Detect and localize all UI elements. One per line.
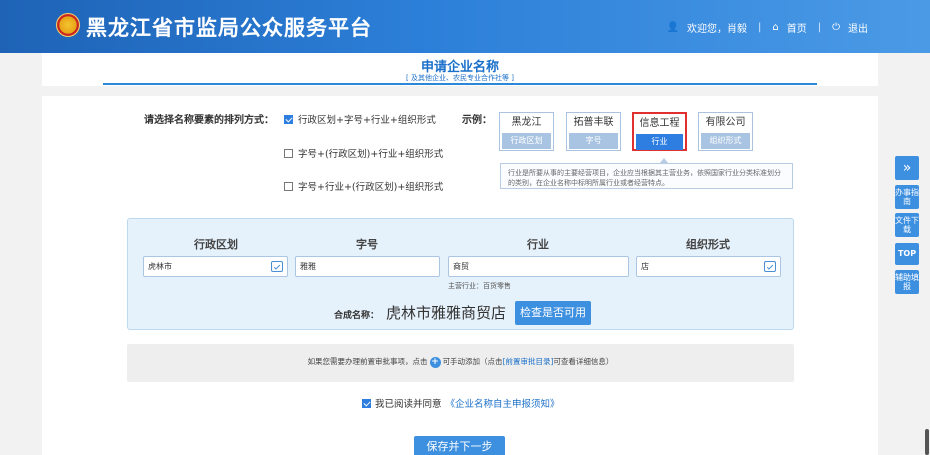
industry-value: 商贸 — [453, 262, 469, 271]
industry-tooltip: 行业是所要从事的主要经营项目，企业应当根据其主营业务，依照国家行业分类标准划分的… — [500, 158, 793, 189]
power-icon[interactable]: ⏻ — [832, 22, 840, 33]
scrollbar-thumb[interactable] — [925, 429, 929, 455]
welcome-text: 欢迎您，肖毅 — [686, 24, 747, 35]
notice-text-part: 可查看详细信息） — [553, 357, 614, 366]
org-value: 店 — [641, 262, 649, 271]
notice-text: 如果您需要办理前置审批事项，点击 + 可手动添加（点击[前置审批目录]可查看详细信息… — [127, 356, 794, 368]
page-subtitle: [ 及其他企业、农民专业合作社等 ] — [406, 74, 514, 82]
expand-icon[interactable]: » — [895, 156, 919, 180]
example-box-brand[interactable]: 拓普丰联 字号 — [566, 112, 621, 151]
region-value: 虎林市 — [148, 262, 172, 271]
ordering-option-3[interactable]: 字号+行业+(行政区划)+组织形式 — [284, 179, 443, 193]
example-caption: 行业 — [636, 134, 683, 150]
user-icon: 👤 — [666, 22, 679, 33]
example-value: 信息工程 — [639, 118, 680, 129]
name-form-panel: 行政区划 字号 行业 组织形式 虎林市 雅雅 商贸 店 主营行业：百货零售 合成… — [127, 218, 794, 330]
example-value: 有限公司 — [705, 117, 746, 128]
example-caption: 字号 — [569, 133, 618, 149]
header-user-nav: 👤 欢迎您，肖毅 | ⌂ 首页 | ⏻ 退出 — [667, 20, 868, 35]
brand-value: 雅雅 — [300, 262, 316, 271]
select-icon[interactable] — [271, 261, 283, 272]
back-to-top-button[interactable]: TOP — [895, 243, 919, 265]
combined-name-value: 虎林市雅雅商贸店 — [386, 304, 507, 322]
region-input[interactable]: 虎林市 — [143, 256, 288, 277]
example-box-region[interactable]: 黑龙江 行政区划 — [499, 112, 554, 151]
main-content: 申请企业名称 [ 及其他企业、农民专业合作社等 ] 请选择名称要素的排列方式： … — [42, 53, 878, 455]
download-button[interactable]: 文件下载 — [895, 213, 919, 237]
title-divider — [103, 83, 817, 85]
ordering-option-2[interactable]: 字号+(行政区划)+行业+组织形式 — [284, 146, 443, 160]
home-link[interactable]: 首页 — [787, 20, 807, 35]
notice-text-part: 如果您需要办理前置审批事项，点击 — [307, 357, 428, 366]
region-header: 行政区划 — [194, 238, 238, 251]
checkbox-icon[interactable] — [284, 181, 293, 191]
ordering-option-label: 字号+(行政区划)+行业+组织形式 — [298, 149, 444, 160]
brand-input[interactable]: 雅雅 — [295, 256, 440, 277]
example-caption: 行政区划 — [502, 133, 551, 149]
guide-button[interactable]: 办事指南 — [895, 185, 919, 209]
notice-text-part: 可手动添加（点击 — [442, 357, 503, 366]
section-separator — [42, 86, 878, 96]
checkbox-icon[interactable] — [284, 114, 293, 124]
add-icon[interactable]: + — [429, 356, 441, 368]
save-next-button[interactable]: 保存并下一步 — [414, 436, 505, 455]
check-availability-button[interactable]: 检查是否可用 — [515, 301, 591, 325]
logout-link[interactable]: 退出 — [848, 20, 868, 35]
agreement-checkbox[interactable] — [362, 398, 371, 408]
home-icon[interactable]: ⌂ — [772, 22, 778, 33]
agreement-row[interactable]: 我已阅读并同意 《企业名称自主申报须知》 — [362, 396, 560, 410]
select-icon[interactable] — [764, 261, 776, 272]
example-caption: 组织形式 — [701, 133, 750, 149]
pre-approval-catalog-link[interactable]: [前置审批目录] — [503, 357, 554, 366]
ordering-label: 请选择名称要素的排列方式： — [144, 115, 274, 126]
ordering-option-label: 行政区划+字号+行业+组织形式 — [298, 115, 436, 126]
example-value: 拓普丰联 — [573, 117, 614, 128]
org-header: 组织形式 — [686, 238, 730, 251]
ordering-option-1[interactable]: 行政区划+字号+行业+组织形式 — [284, 112, 436, 126]
nav-divider: | — [817, 22, 822, 33]
combined-name-label: 合成名称： — [334, 311, 380, 321]
nav-divider: | — [757, 22, 762, 33]
main-industry-note: 主营行业：百货零售 — [448, 282, 511, 290]
top-header: 黑龙江省市监局公众服务平台 👤 欢迎您，肖毅 | ⌂ 首页 | ⏻ 退出 — [0, 0, 930, 53]
industry-input[interactable]: 商贸 — [448, 256, 629, 277]
industry-header: 行业 — [527, 238, 549, 251]
checkbox-icon[interactable] — [284, 148, 293, 158]
site-title: 黑龙江省市监局公众服务平台 — [86, 16, 372, 40]
pre-approval-notice: 如果您需要办理前置审批事项，点击 + 可手动添加（点击[前置审批目录]可查看详细信息… — [127, 344, 794, 382]
example-value: 黑龙江 — [511, 117, 542, 128]
example-box-org[interactable]: 有限公司 组织形式 — [698, 112, 753, 151]
national-emblem-logo — [56, 13, 80, 37]
example-label: 示例： — [462, 115, 492, 126]
agreement-text: 我已阅读并同意 — [375, 399, 442, 410]
example-box-industry[interactable]: 信息工程 行业 — [632, 112, 687, 151]
assist-button[interactable]: 辅助填报 — [895, 270, 919, 294]
ordering-option-label: 字号+行业+(行政区划)+组织形式 — [298, 182, 444, 193]
agreement-link[interactable]: 《企业名称自主申报须知》 — [446, 396, 560, 410]
brand-header: 字号 — [356, 238, 378, 251]
org-input[interactable]: 店 — [636, 256, 781, 277]
